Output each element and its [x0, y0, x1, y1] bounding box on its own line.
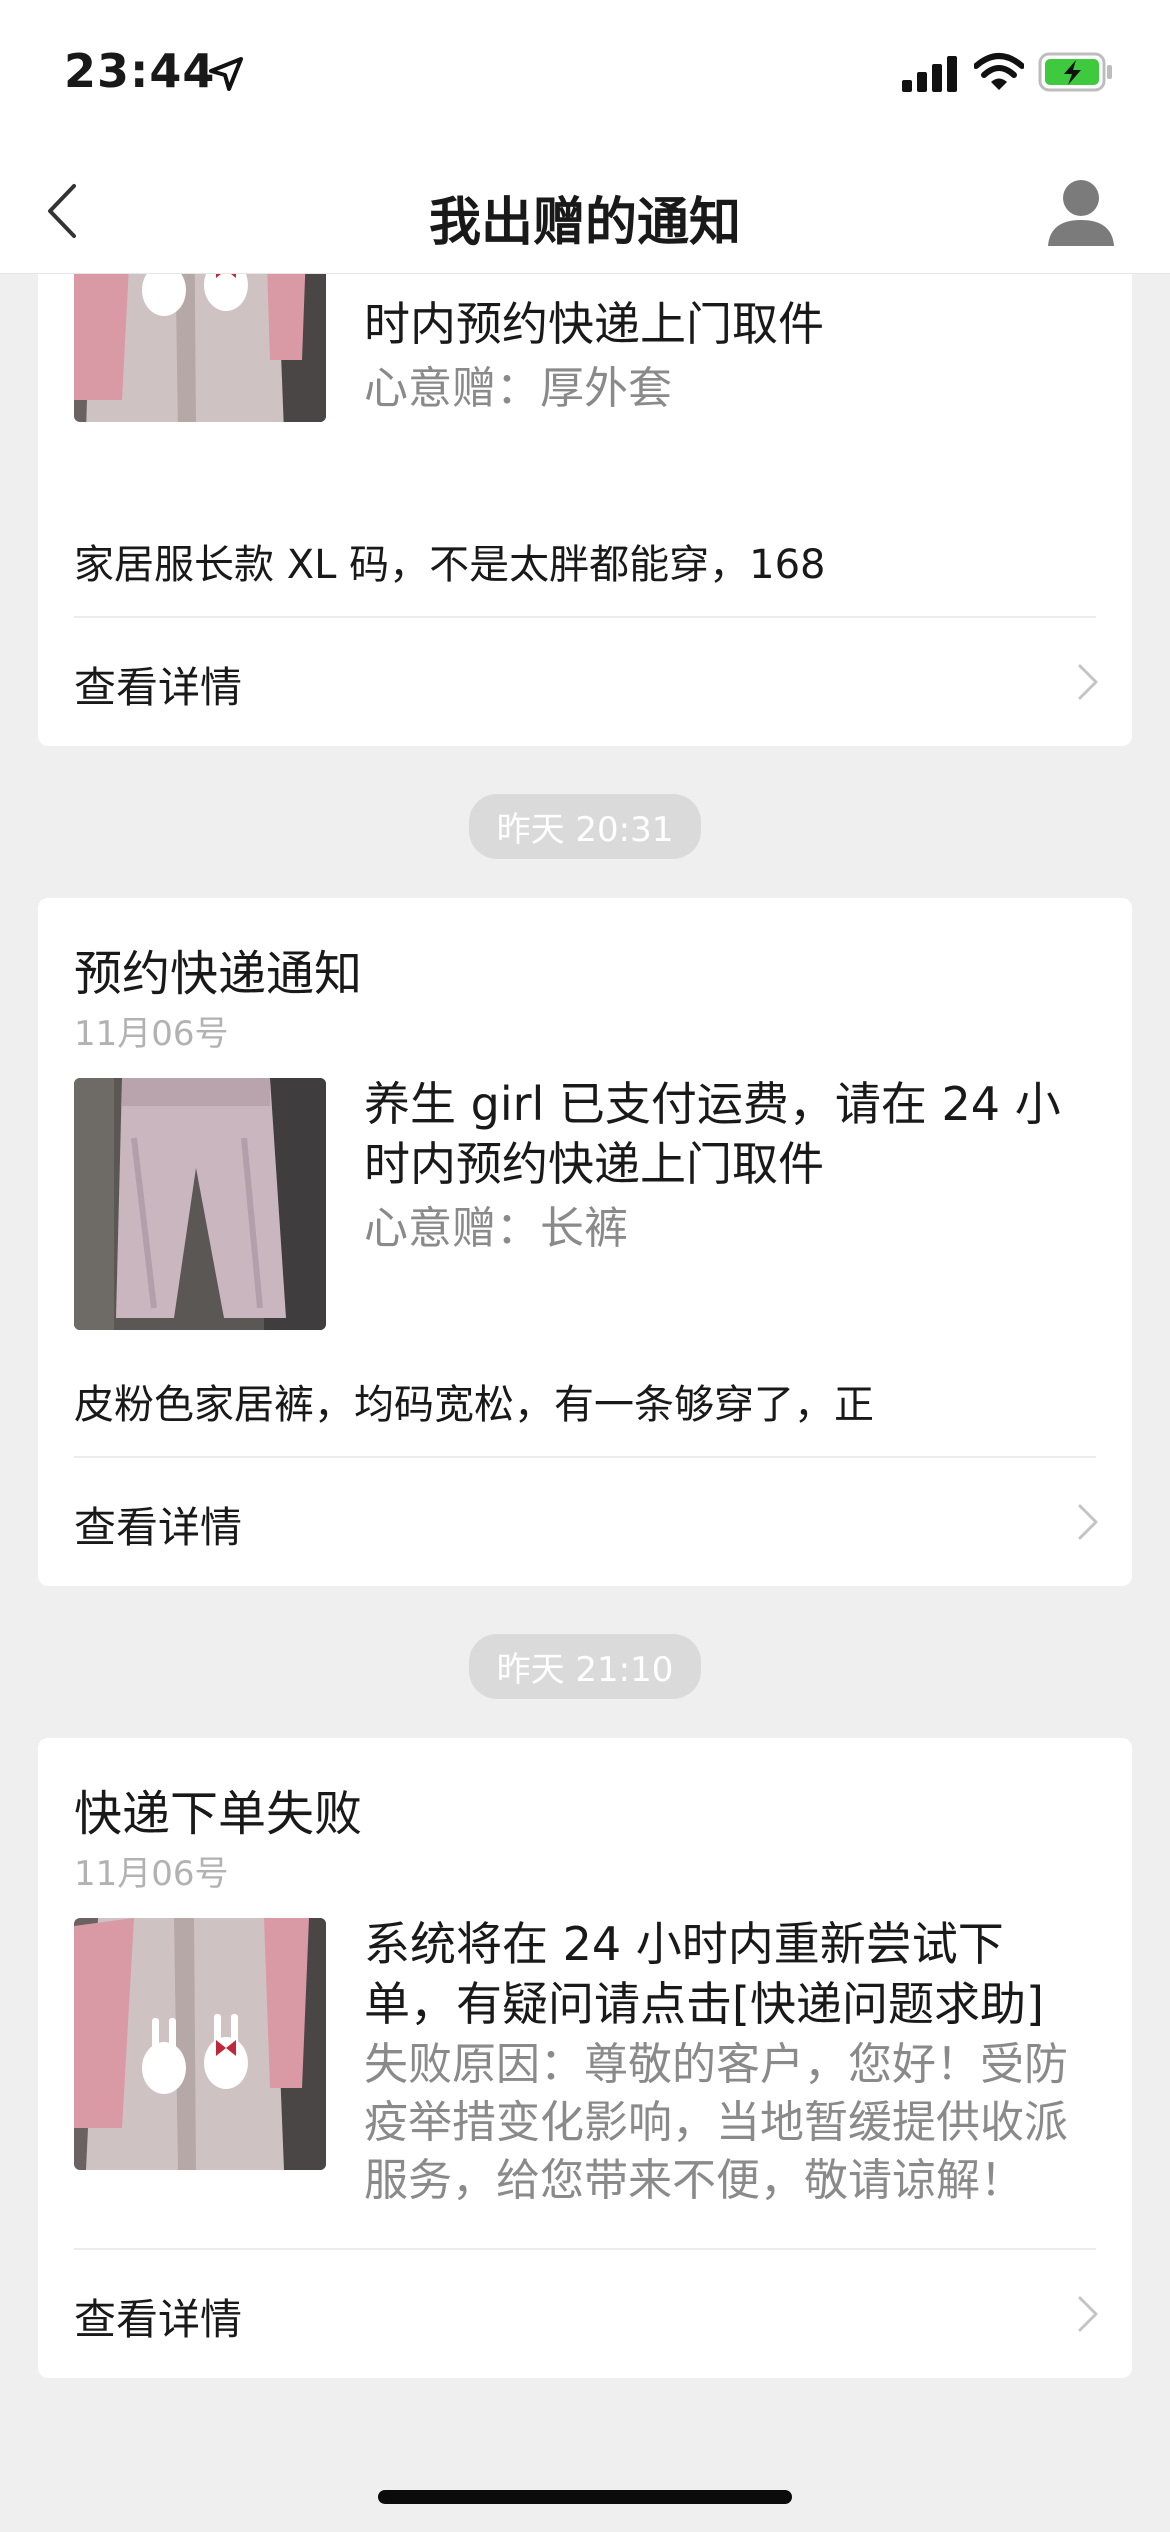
notification-date: 11月06号: [74, 1014, 229, 1054]
chevron-right-icon: [1078, 664, 1098, 700]
failure-reason: 失败原因：尊敬的客户，您好！受防疫举措变化影响，当地暂缓提供收派服务，给您带来不…: [364, 2039, 1068, 2206]
gift-name: 厚外套: [540, 363, 672, 414]
pants-thumbnail[interactable]: [74, 1078, 326, 1330]
notification-card: 预约快递通知 11月06号 养生 girl 已支付运费，请在 24 小时内预约快…: [38, 898, 1132, 1586]
notification-date: 11月06号: [74, 1854, 229, 1894]
battery-charging-icon: [1038, 52, 1112, 92]
notification-title: 预约快递通知: [74, 946, 363, 1002]
wifi-icon: [974, 53, 1024, 90]
notification-message: 系统将在 24 小时内重新尝试下单，有疑问请点击[快递问题求助]: [364, 1917, 1044, 2031]
notification-message: 养生 girl 已支付运费，请在 24 小时内预约快递上门取件: [364, 1077, 1061, 1191]
status-bar: 23:44: [0, 0, 1170, 150]
gift-label: 心意赠：: [364, 1203, 540, 1254]
gift-name: 长裤: [540, 1203, 628, 1254]
pants-image: [74, 1078, 326, 1330]
notification-card: 快递下单失败 11月06号 系统将在 24 小时内重新尝试下单，有疑问请点击[快…: [38, 1738, 1132, 2378]
cellular-signal-icon: [902, 56, 957, 92]
timestamp-text: 昨天 21:10: [468, 1634, 702, 1699]
timestamp-pill: 昨天 21:10: [0, 1634, 1170, 1699]
timestamp-text: 昨天 20:31: [468, 794, 702, 859]
view-details-label: 查看详情: [74, 2295, 243, 2344]
view-details-label: 查看详情: [74, 1503, 243, 1552]
item-description: 家居服长款 XL 码，不是太胖都能穿，168: [74, 542, 826, 588]
view-details-button[interactable]: 查看详情: [38, 1458, 1132, 1586]
gift-info: 心意赠：长裤: [364, 1200, 1104, 1258]
status-time: 23:44: [64, 44, 216, 98]
user-icon[interactable]: [1040, 170, 1122, 252]
item-description: 皮粉色家居裤，均码宽松，有一条够穿了，正: [74, 1382, 874, 1428]
page-title: 我出赠的通知: [428, 193, 741, 253]
view-details-button[interactable]: 查看详情: [38, 618, 1132, 746]
notification-title: 快递下单失败: [74, 1786, 363, 1842]
home-indicator[interactable]: [378, 2490, 792, 2504]
chevron-right-icon: [1078, 1504, 1098, 1540]
location-arrow-icon: [209, 57, 243, 91]
gift-label: 心意赠：: [364, 363, 540, 414]
gift-info: 心意赠：厚外套: [364, 360, 1104, 418]
timestamp-pill: 昨天 20:31: [0, 794, 1170, 859]
view-details-label: 查看详情: [74, 663, 243, 712]
view-details-button[interactable]: 查看详情: [38, 2250, 1132, 2378]
notification-message: 时内预约快递上门取件: [364, 297, 824, 351]
coat-image: [74, 1918, 326, 2170]
coat-thumbnail[interactable]: [74, 1918, 326, 2170]
nav-bar: 我出赠的通知: [0, 150, 1170, 274]
chevron-right-icon: [1078, 2296, 1098, 2332]
